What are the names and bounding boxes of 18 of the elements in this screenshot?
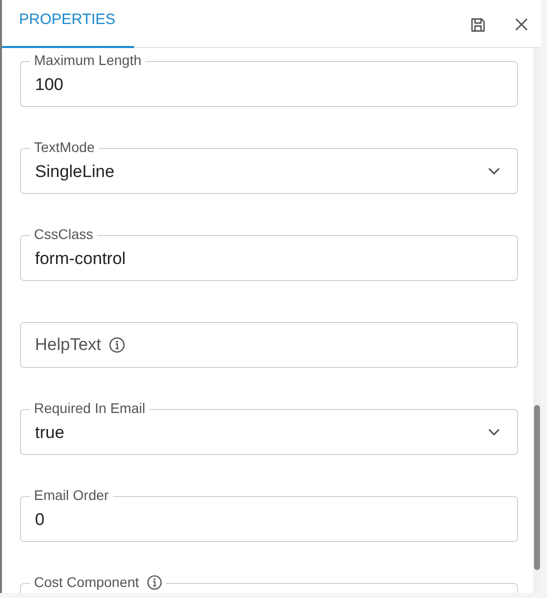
field-label: Required In Email [34, 399, 146, 417]
chevron-down-icon [488, 428, 500, 436]
field-label: CssClass [34, 225, 94, 243]
save-icon[interactable] [470, 16, 486, 32]
field-label: Cost Component [34, 573, 140, 591]
scrollbar-thumb[interactable] [534, 405, 540, 570]
field-label: Email Order [34, 486, 109, 504]
field-value: form-control [35, 248, 126, 269]
close-icon[interactable] [515, 18, 528, 31]
field-value: true [35, 422, 64, 443]
field-placeholder: HelpText [35, 335, 102, 355]
field-value: 0 [35, 509, 44, 530]
properties-tab[interactable]: PROPERTIES [2, 0, 134, 48]
field-label: Maximum Length [34, 51, 142, 69]
chevron-down-icon [488, 167, 500, 175]
field-value: SingleLine [35, 161, 114, 182]
field-value: 100 [35, 74, 64, 95]
field-label: TextMode [34, 138, 95, 156]
